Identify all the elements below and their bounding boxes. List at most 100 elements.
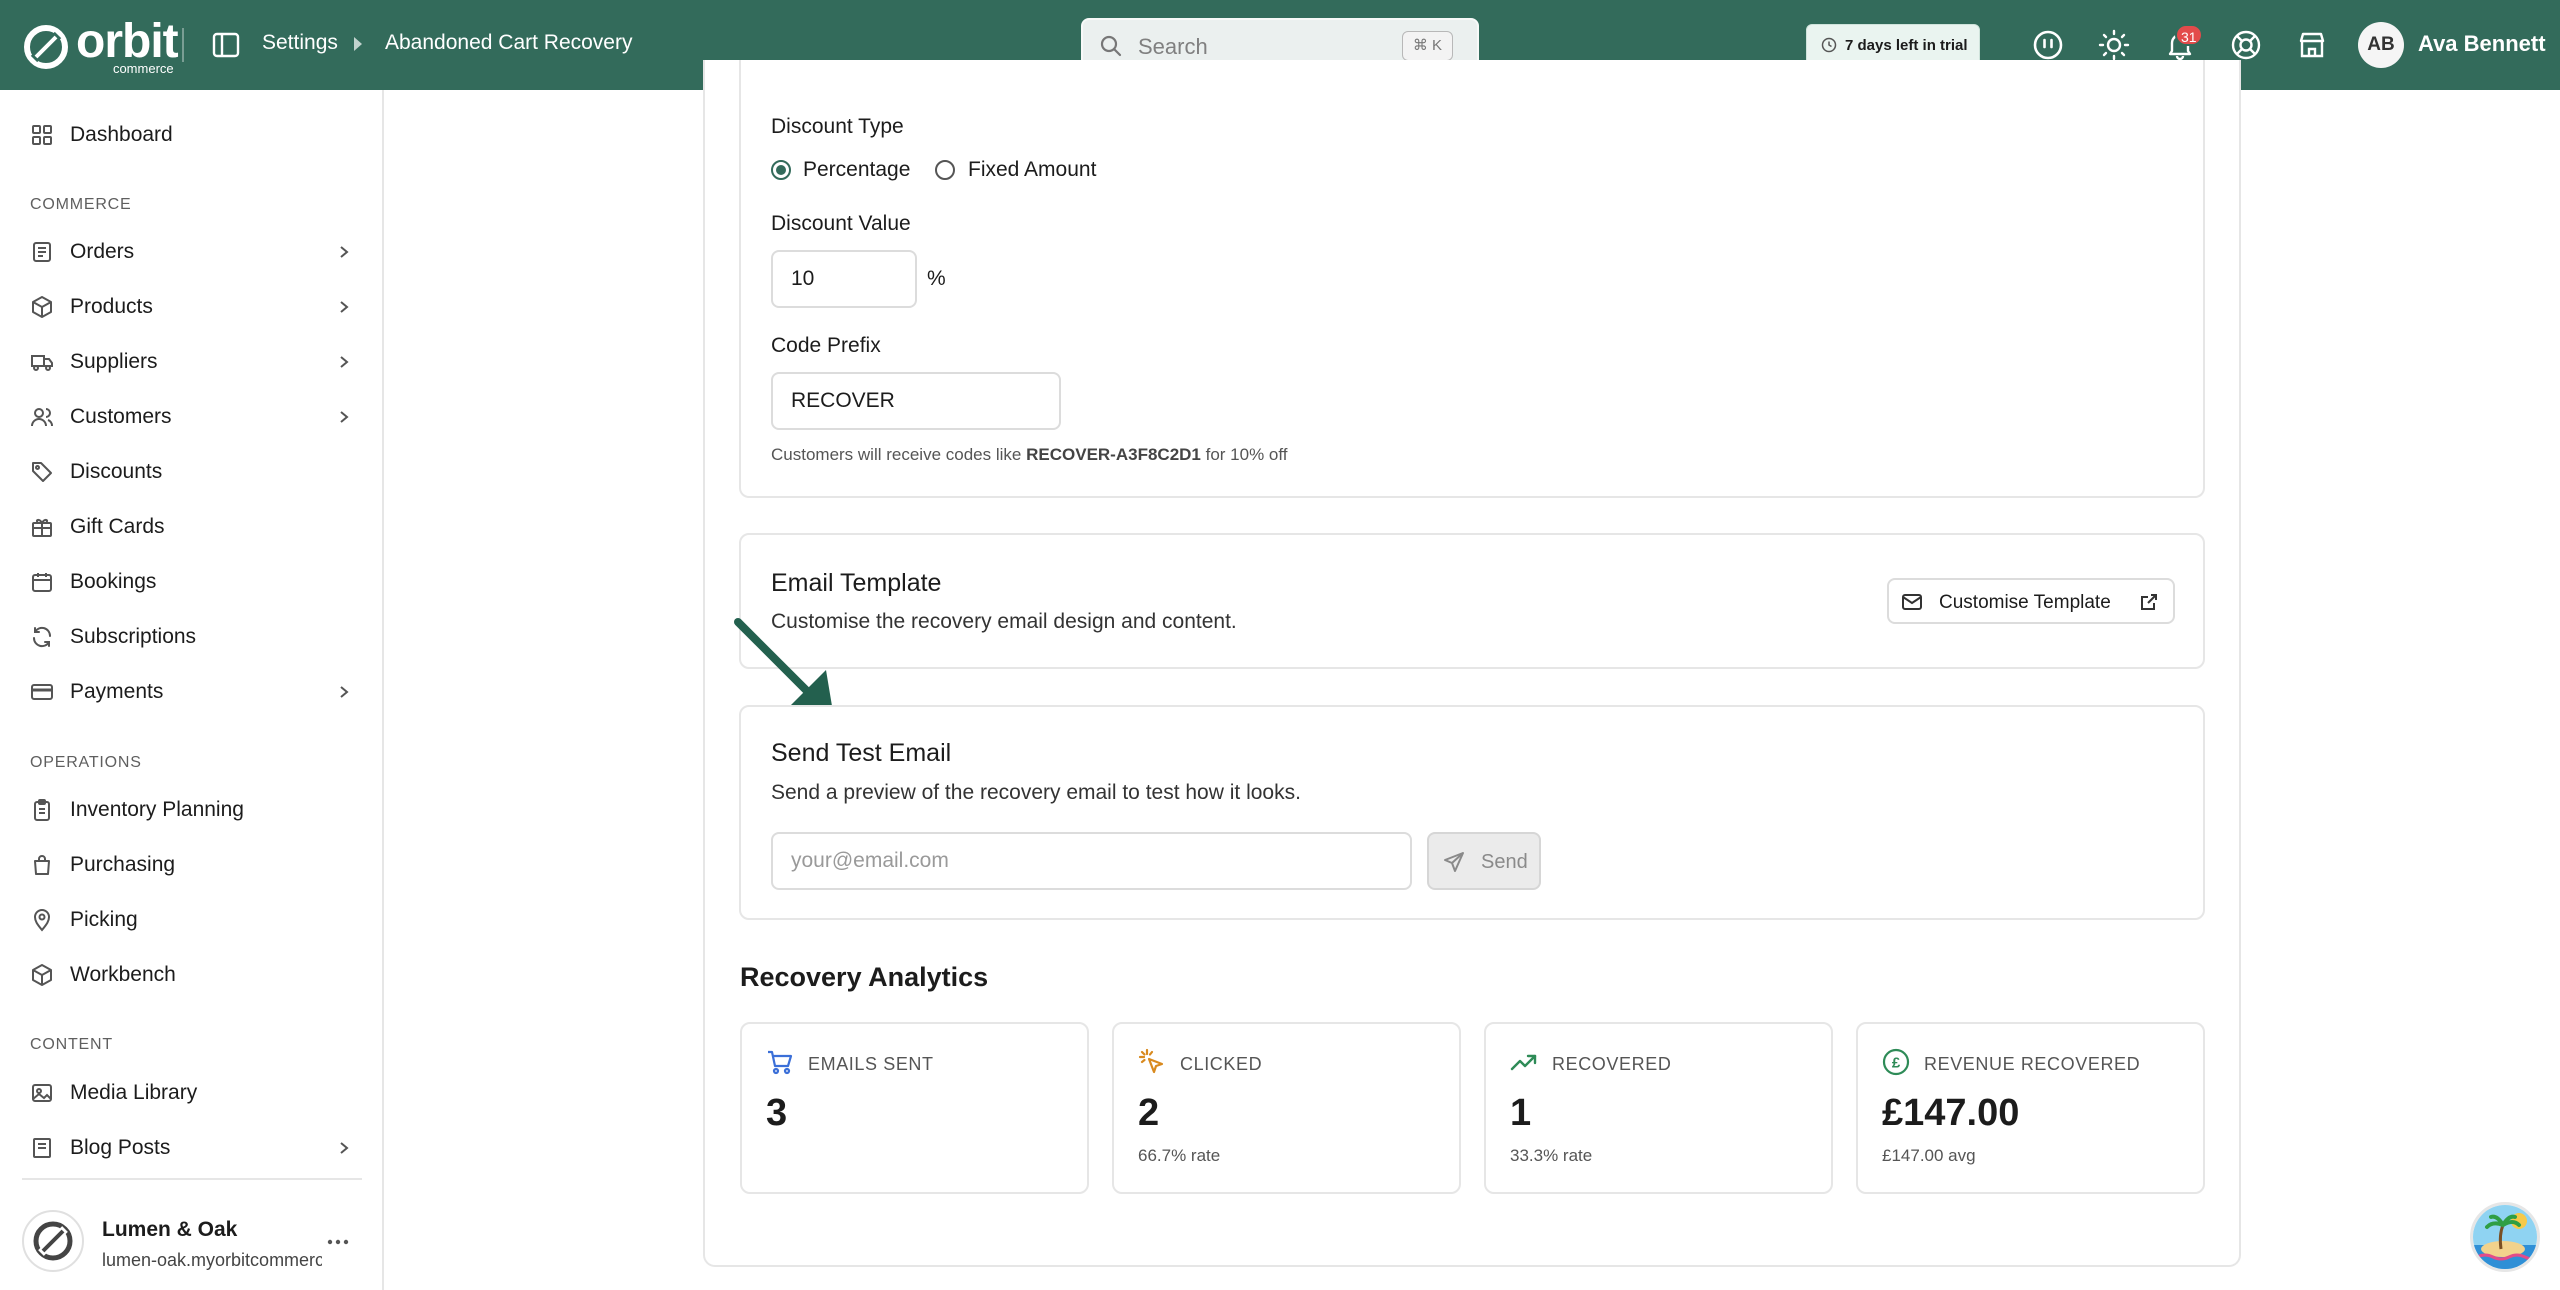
sidebar-item-label: Bookings: [70, 570, 157, 593]
pound-coin-icon: £: [1882, 1048, 1910, 1076]
gift-icon: [32, 519, 52, 537]
send-paper-plane-icon: [1444, 852, 1464, 872]
refresh-icon: [32, 626, 52, 648]
trending-up-icon: [1510, 1054, 1537, 1071]
sidebar-item-label: Media Library: [70, 1081, 198, 1104]
recovery-analytics-heading: Recovery Analytics: [740, 962, 989, 992]
send-test-email-button[interactable]: Send: [1427, 832, 1541, 890]
sidebar-item-subscriptions[interactable]: Subscriptions: [0, 612, 382, 662]
stat-subtext: £147.00 avg: [1882, 1146, 1976, 1165]
sidebar-item-workbench[interactable]: Workbench: [0, 950, 382, 1000]
more-options-icon[interactable]: [324, 1228, 352, 1256]
sidebar-item-label: Payments: [70, 680, 164, 703]
cart-icon: [768, 1050, 793, 1075]
newspaper-icon: [33, 1138, 51, 1158]
customers-users-icon: [31, 408, 53, 427]
radio-percentage[interactable]: [771, 160, 791, 180]
user-name[interactable]: Ava Bennett: [2418, 31, 2546, 57]
stat-subtext: 66.7% rate: [1138, 1146, 1221, 1165]
image-icon: [32, 1084, 52, 1102]
sidebar-item-label: Customers: [70, 405, 172, 428]
stat-card-recovered: RECOVERED 1 33.3% rate: [1484, 1022, 1833, 1194]
stat-label: RECOVERED: [1552, 1054, 1672, 1074]
purchasing-bag-icon: [34, 855, 50, 875]
discount-settings-card: [739, 60, 2205, 498]
sidebar-item-label: Workbench: [70, 963, 176, 986]
store-url: lumen-oak.myorbitcommerce.com: [102, 1250, 322, 1270]
credit-card-icon: [31, 684, 53, 700]
clipboard-icon: [34, 799, 50, 821]
stat-label: CLICKED: [1180, 1054, 1263, 1074]
discount-tag-icon: [32, 462, 52, 482]
beach-island-icon: [2473, 1205, 2537, 1269]
sidebar-item-products[interactable]: Products: [0, 282, 382, 332]
chevron-right-icon: [340, 356, 349, 368]
user-avatar[interactable]: AB: [2358, 22, 2404, 68]
sidebar-item-dashboard[interactable]: Dashboard: [0, 110, 382, 160]
orders-icon: [33, 242, 51, 262]
suppliers-truck-icon: [31, 355, 53, 371]
sidebar-item-label: Inventory Planning: [70, 798, 244, 821]
sidebar-item-picking[interactable]: Picking: [0, 895, 382, 945]
storefront-icon[interactable]: [2296, 29, 2328, 61]
radio-fixed-amount-label[interactable]: Fixed Amount: [968, 158, 1096, 182]
dashboard-icon: [32, 125, 52, 145]
stat-card-clicked: CLICKED 2 66.7% rate: [1112, 1022, 1461, 1194]
stat-card-revenue-recovered: £ REVENUE RECOVERED £147.00 £147.00 avg: [1856, 1022, 2205, 1194]
store-switcher[interactable]: Lumen & Oak lumen-oak.myorbitcommerce.co…: [22, 1204, 362, 1280]
code-prefix-label: Code Prefix: [771, 334, 881, 357]
stat-value: £147.00: [1882, 1092, 2020, 1134]
sidebar-item-label: Blog Posts: [70, 1136, 171, 1159]
floating-assistant-button[interactable]: [2470, 1202, 2540, 1272]
store-name: Lumen & Oak: [102, 1218, 238, 1241]
sidebar-item-customers[interactable]: Customers: [0, 392, 382, 442]
store-logo-icon: [33, 1221, 73, 1261]
assistant-icon[interactable]: [2032, 29, 2064, 61]
section-label-commerce: COMMERCE: [30, 196, 132, 213]
customise-template-button[interactable]: Customise Template: [1887, 578, 2175, 624]
radio-fixed-amount[interactable]: [935, 160, 955, 180]
sidebar-item-label: Subscriptions: [70, 625, 197, 648]
logo-wordmark: orbit: [76, 15, 179, 68]
sidebar-item-label: Suppliers: [70, 350, 158, 373]
pointer-click-icon: [1138, 1048, 1164, 1074]
sidebar-toggle-icon[interactable]: [211, 30, 241, 60]
sidebar-item-gift-cards[interactable]: Gift Cards: [0, 502, 382, 552]
section-label-content: CONTENT: [30, 1036, 113, 1053]
chevron-right-icon: [340, 246, 349, 258]
logo-subtitle: commerce: [112, 61, 174, 76]
stat-card-emails-sent: EMAILS SENT 3: [740, 1022, 1089, 1194]
sidebar-item-inventory-planning[interactable]: Inventory Planning: [0, 785, 382, 835]
help-lifebuoy-icon[interactable]: [2230, 29, 2262, 61]
sidebar-item-label: Orders: [70, 240, 135, 263]
section-label-operations: OPERATIONS: [30, 754, 142, 771]
code-prefix-hint: Customers will receive codes like RECOVE…: [771, 445, 1288, 465]
sidebar-item-payments[interactable]: Payments: [0, 667, 382, 717]
chevron-right-icon: [340, 301, 349, 313]
radio-percentage-label[interactable]: Percentage: [803, 158, 910, 182]
breadcrumb-settings[interactable]: Settings: [262, 31, 338, 55]
breadcrumb-current: Abandoned Cart Recovery: [385, 31, 633, 54]
sidebar-item-bookings[interactable]: Bookings: [0, 557, 382, 607]
sidebar-item-media-library[interactable]: Media Library: [0, 1068, 382, 1118]
sidebar-item-blog-posts[interactable]: Blog Posts: [0, 1123, 382, 1173]
discount-value-input[interactable]: 10: [771, 250, 917, 308]
stat-label: REVENUE RECOVERED: [1924, 1054, 2141, 1074]
code-prefix-input[interactable]: RECOVER: [771, 372, 1061, 430]
sidebar-item-orders[interactable]: Orders: [0, 227, 382, 277]
orbit-logo[interactable]: orbit commerce: [22, 15, 179, 76]
theme-toggle-sun-icon[interactable]: [2098, 29, 2130, 61]
send-test-email-title: Send Test Email: [771, 739, 952, 767]
sidebar-item-label: Purchasing: [70, 853, 176, 876]
stat-value: 3: [766, 1092, 788, 1134]
sidebar-item-purchasing[interactable]: Purchasing: [0, 840, 382, 890]
sidebar-item-label: Picking: [70, 908, 138, 931]
sidebar-item-suppliers[interactable]: Suppliers: [0, 337, 382, 387]
clock-icon: [1821, 37, 1837, 53]
customise-template-label: Customise Template: [1939, 592, 2111, 613]
sidebar-item-discounts[interactable]: Discounts: [0, 447, 382, 497]
chevron-right-icon: [340, 1142, 349, 1154]
sidebar: Dashboard COMMERCE Orders Products Suppl…: [0, 90, 384, 1290]
external-link-icon: [2141, 594, 2157, 610]
test-email-input[interactable]: your@email.com: [771, 832, 1412, 890]
